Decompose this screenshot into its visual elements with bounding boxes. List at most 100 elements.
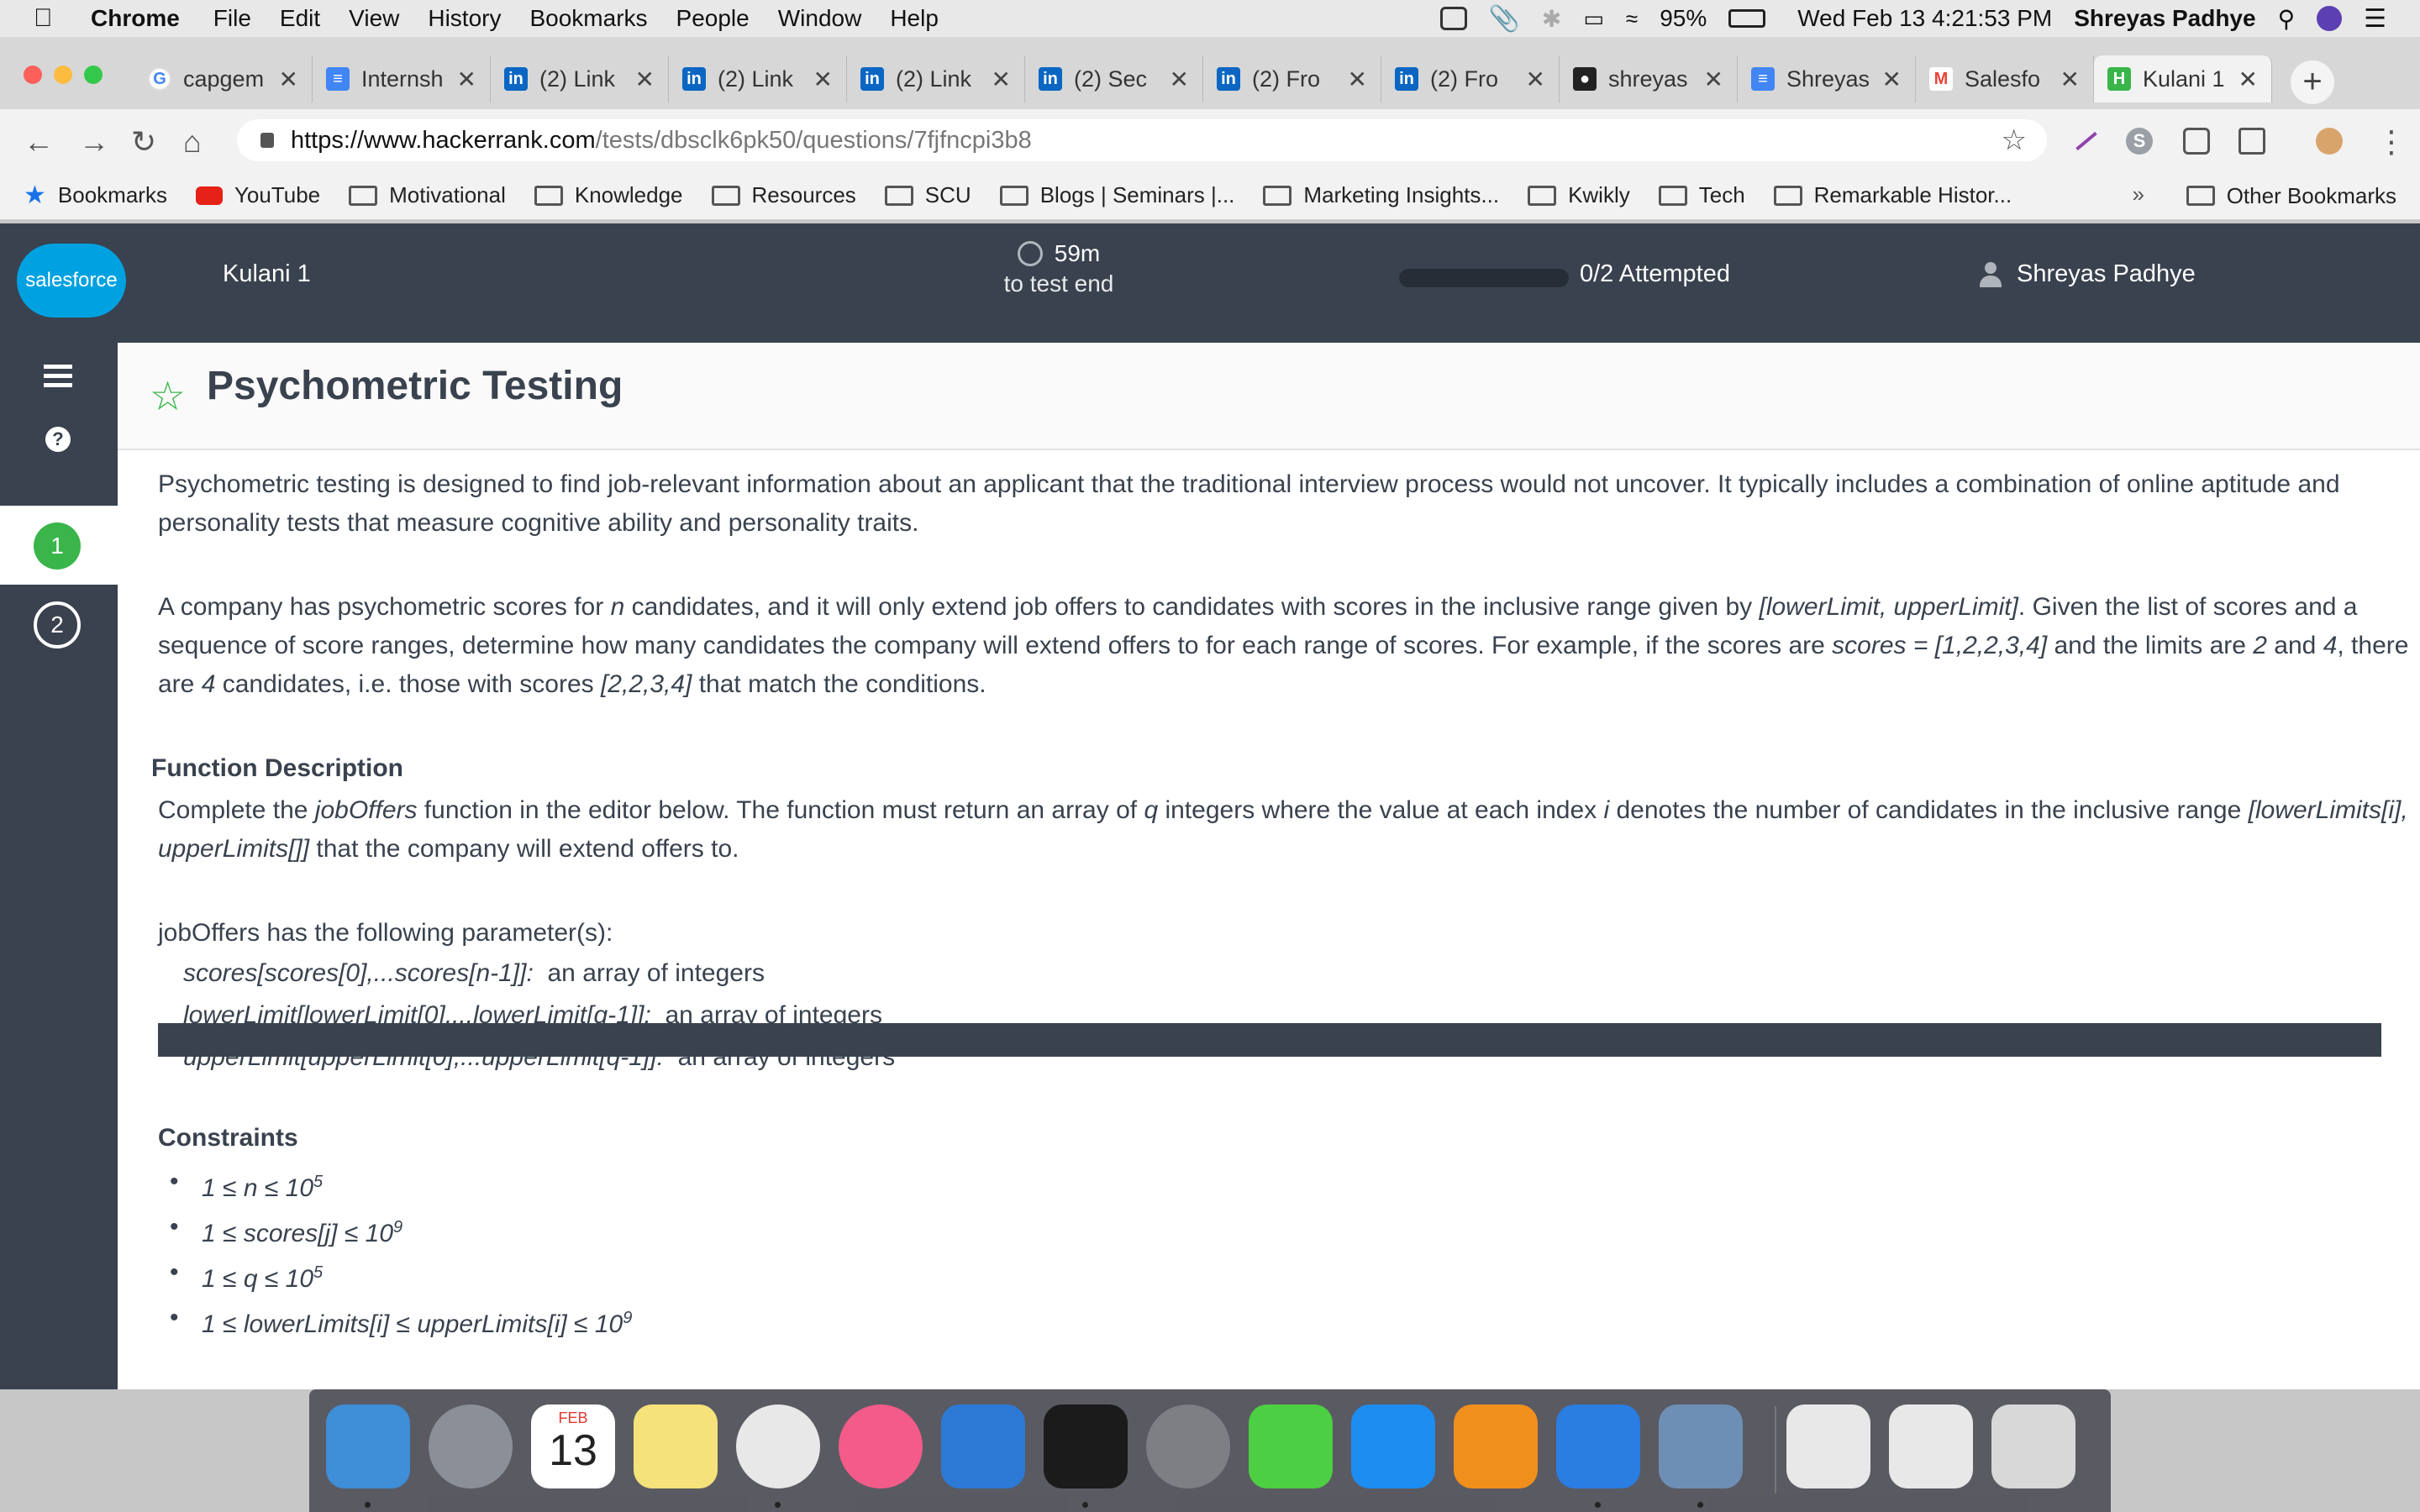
cast-icon[interactable] <box>2238 128 2265 155</box>
menu-help[interactable]: Help <box>890 5 939 32</box>
tab-close-icon[interactable]: ✕ <box>1882 66 1902 93</box>
tab-close-icon[interactable]: ✕ <box>2060 66 2080 93</box>
calendar-icon[interactable]: FEB 13 <box>531 1404 615 1488</box>
back-arrow-icon[interactable]: ← <box>24 124 54 160</box>
extension-bulb-icon[interactable] <box>2183 128 2210 155</box>
paperclip-icon[interactable]: 📎 <box>1489 4 1520 34</box>
minimize-window-button[interactable] <box>54 66 72 84</box>
chrome-menu-icon[interactable]: ⋮ <box>2376 124 2407 160</box>
home-icon[interactable]: ⌂ <box>183 124 202 160</box>
menu-edit[interactable]: Edit <box>280 5 320 32</box>
tab-close-icon[interactable]: ✕ <box>992 66 1011 93</box>
documents-icon[interactable] <box>1786 1404 1870 1488</box>
app-store-icon[interactable] <box>1351 1404 1435 1488</box>
browser-tab[interactable]: in (2) Link ✕ <box>847 55 1025 102</box>
close-window-button[interactable] <box>24 66 42 84</box>
menu-bookmarks[interactable]: Bookmarks <box>529 5 647 32</box>
bookmark-item[interactable]: ★ Bookmarks <box>24 181 167 210</box>
tab-close-icon[interactable]: ✕ <box>279 66 298 93</box>
finder-icon[interactable] <box>326 1404 410 1488</box>
chrome-icon[interactable] <box>736 1404 820 1488</box>
bookmark-star-icon[interactable]: ☆ <box>150 373 186 420</box>
browser-tab[interactable]: ≡ Internsh ✕ <box>313 55 491 102</box>
menu-file[interactable]: File <box>213 5 251 32</box>
tab-close-icon[interactable]: ✕ <box>1170 66 1189 93</box>
bookmark-item[interactable]: Blogs | Seminars |... <box>999 182 1234 208</box>
menubar-user[interactable]: Shreyas Padhye <box>2074 5 2255 32</box>
vscode-icon[interactable] <box>941 1404 1025 1488</box>
vlc-icon[interactable] <box>1454 1404 1538 1488</box>
battery-percent[interactable]: 95% <box>1660 5 1707 32</box>
browser-tab[interactable]: ● shreyas ✕ <box>1560 55 1738 102</box>
downloads-icon[interactable] <box>1889 1404 1973 1488</box>
apple-menu-icon[interactable]:  <box>34 4 66 33</box>
trash-icon[interactable] <box>1991 1404 2075 1488</box>
browser-tab[interactable]: H Kulani 1 ✕ <box>2094 55 2272 102</box>
forward-arrow-icon[interactable]: → <box>79 124 109 160</box>
bookmark-item[interactable]: Kwikly <box>1528 182 1630 208</box>
browser-tab[interactable]: Gcapgem ✕ <box>134 55 313 102</box>
notification-center-icon[interactable]: ☰ <box>2364 4 2386 34</box>
airplay-icon[interactable]: ▭ <box>1583 6 1604 32</box>
itunes-icon[interactable] <box>839 1404 923 1488</box>
browser-tab[interactable]: in (2) Link ✕ <box>669 55 847 102</box>
browser-tab[interactable]: ≡ Shreyas ✕ <box>1738 55 1916 102</box>
spotlight-search-icon[interactable]: ⚲ <box>2278 5 2296 33</box>
bluetooth-status-icon[interactable]: ✱ <box>1542 5 1561 33</box>
question-list-icon[interactable] <box>44 365 72 390</box>
browser-tab[interactable]: in (2) Fro ✕ <box>1203 55 1381 102</box>
bookmark-item[interactable]: Tech <box>1658 182 1745 208</box>
bluetooth-icon[interactable] <box>1556 1404 1640 1488</box>
reload-icon[interactable]: ↻ <box>131 124 156 160</box>
bookmark-star-icon[interactable]: ☆ <box>2002 123 2027 157</box>
status-5-icon[interactable] <box>1439 7 1467 30</box>
tab-close-icon[interactable]: ✕ <box>1348 66 1367 93</box>
battery-icon[interactable] <box>1728 9 1766 28</box>
extension-s-icon[interactable]: S <box>2126 128 2153 155</box>
bookmark-item[interactable]: YouTube <box>195 182 320 208</box>
siri-icon[interactable] <box>2317 6 2343 31</box>
browser-tab[interactable]: in (2) Fro ✕ <box>1381 55 1560 102</box>
infuse-icon[interactable] <box>1249 1404 1333 1488</box>
address-bar[interactable]: https://www.hackerrank.com/tests/dbsclk6… <box>237 119 2047 161</box>
browser-tab[interactable]: in (2) Link ✕ <box>491 55 669 102</box>
question-2-button[interactable]: 2 <box>34 601 81 648</box>
header-user[interactable]: Shreyas Padhye <box>1980 260 2196 288</box>
tab-close-icon[interactable]: ✕ <box>813 66 833 93</box>
extension-pen-icon[interactable] <box>2074 128 2101 155</box>
menu-history[interactable]: History <box>428 5 501 32</box>
menu-people[interactable]: People <box>676 5 750 32</box>
other-bookmarks[interactable]: Other Bookmarks <box>2186 171 2396 220</box>
menu-window[interactable]: Window <box>778 5 862 32</box>
browser-tab[interactable]: M Salesfo ✕ <box>1916 55 2094 102</box>
terminal-icon[interactable] <box>1044 1404 1128 1488</box>
tab-close-icon[interactable]: ✕ <box>457 66 476 93</box>
bookmark-item[interactable]: Marketing Insights... <box>1263 182 1499 208</box>
lock-icon[interactable] <box>260 133 274 148</box>
zoom-window-button[interactable] <box>84 66 103 84</box>
profile-avatar[interactable] <box>2316 128 2343 155</box>
help-icon[interactable]: ? <box>45 427 71 452</box>
browser-tab[interactable]: in (2) Sec ✕ <box>1025 55 1203 102</box>
bookmarks-overflow-button[interactable]: » <box>2133 181 2144 207</box>
question-1-button[interactable]: 1 <box>34 522 81 570</box>
clock-datetime[interactable]: Wed Feb 13 4:21:53 PM <box>1797 5 2052 32</box>
tab-close-icon[interactable]: ✕ <box>1704 66 1723 93</box>
tab-close-icon[interactable]: ✕ <box>635 66 655 93</box>
bookmark-item[interactable]: Remarkable Histor... <box>1773 182 2012 208</box>
tab-close-icon[interactable]: ✕ <box>2238 66 2258 93</box>
running-indicator <box>775 1502 781 1508</box>
system-preferences-icon[interactable] <box>1146 1404 1230 1488</box>
tab-close-icon[interactable]: ✕ <box>1526 66 1545 93</box>
launchpad-icon[interactable] <box>429 1404 513 1488</box>
menu-view[interactable]: View <box>349 5 399 32</box>
preview-icon[interactable] <box>1659 1404 1743 1488</box>
bookmark-item[interactable]: SCU <box>884 182 971 208</box>
bookmark-item[interactable]: Motivational <box>349 182 506 208</box>
bookmark-item[interactable]: Resources <box>711 182 856 208</box>
wifi-icon[interactable]: ≈ <box>1626 6 1638 32</box>
new-tab-button[interactable]: + <box>2291 60 2334 104</box>
notes-icon[interactable] <box>634 1404 718 1488</box>
bookmark-item[interactable]: Knowledge <box>534 182 683 208</box>
menu-app-chrome[interactable]: Chrome <box>91 5 180 32</box>
